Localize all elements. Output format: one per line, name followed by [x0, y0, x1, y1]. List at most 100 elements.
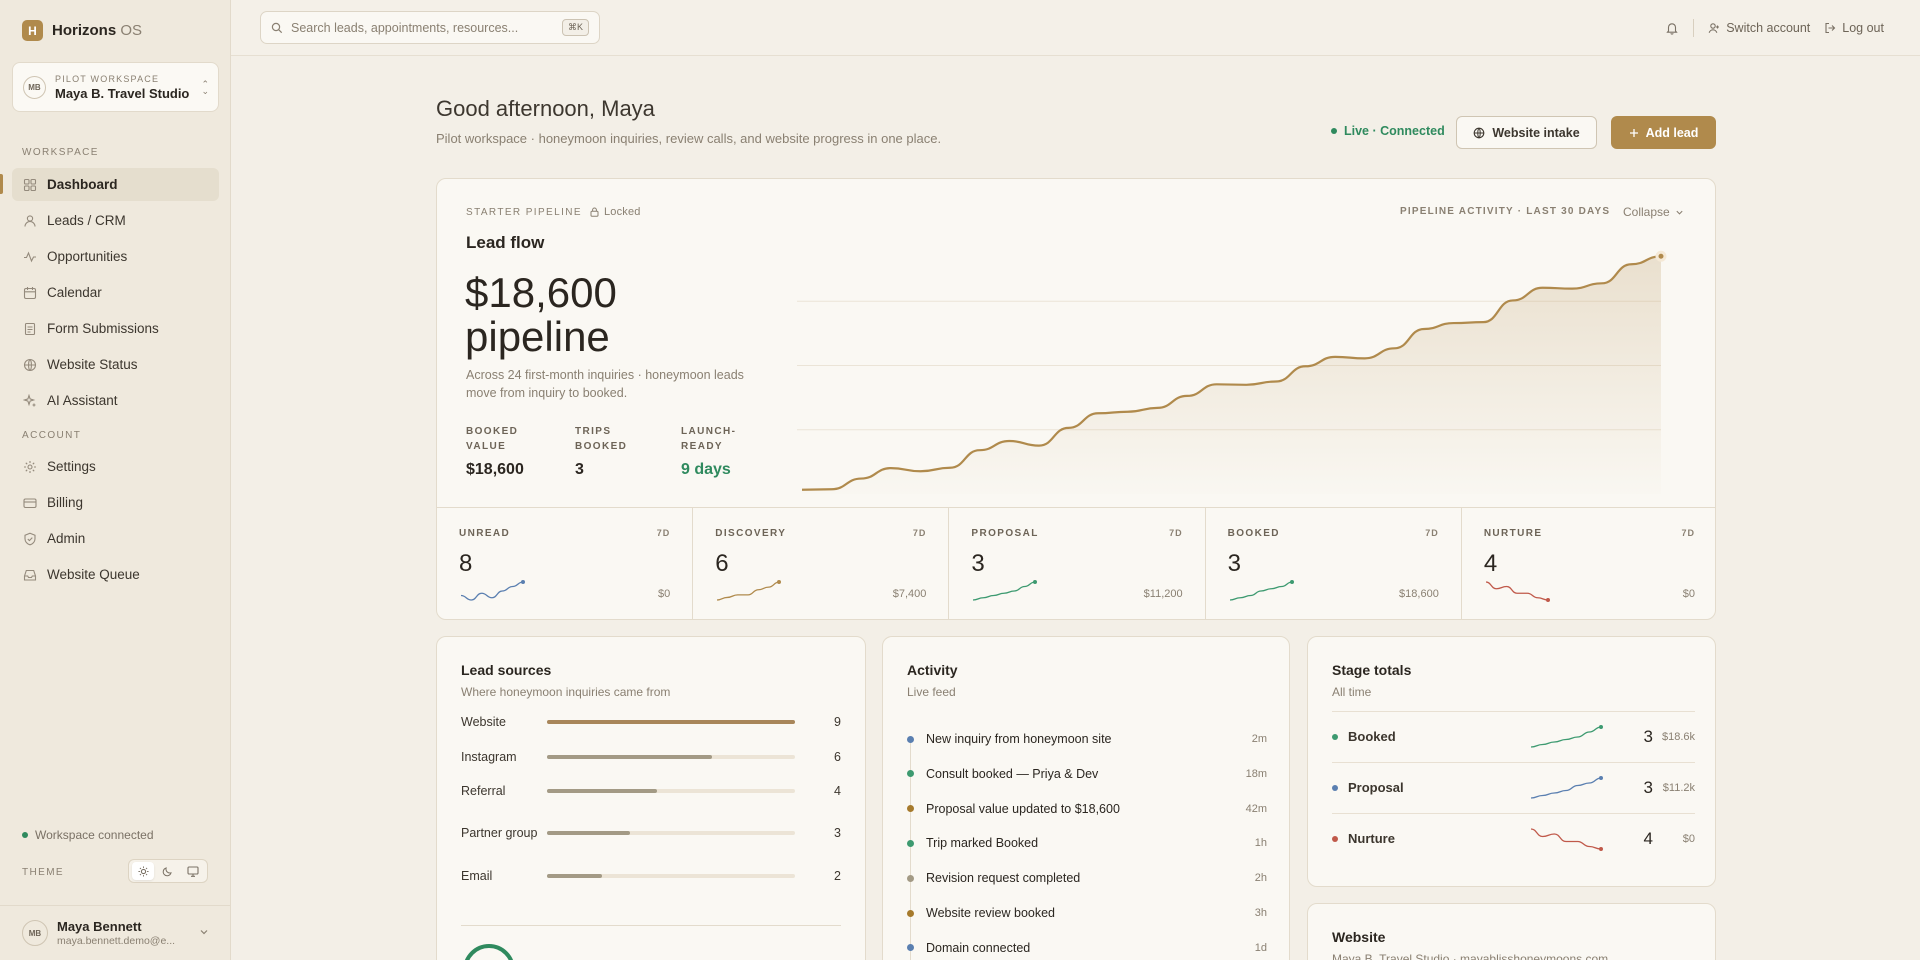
monitor-icon[interactable]: [182, 862, 204, 880]
stage-period: 7D: [1169, 528, 1183, 538]
activity-item[interactable]: Trip marked Booked 1h: [907, 830, 1267, 856]
lead-source-label: Email: [461, 869, 493, 883]
sidebar-item-label: Calendar: [47, 285, 102, 300]
theme-label: THEME: [22, 867, 64, 878]
stage-count: 4: [1483, 550, 1498, 577]
stage-period: 7D: [1425, 528, 1439, 538]
stage-booked[interactable]: BOOKED 7D 3 $18,600: [1206, 508, 1462, 619]
sun-icon[interactable]: [132, 862, 155, 880]
lead-source-bar: [547, 831, 630, 835]
lead-source-row[interactable]: Partner group 3: [461, 818, 841, 848]
add-lead-button[interactable]: Add lead: [1611, 116, 1716, 149]
progress-ring-icon: [465, 944, 513, 960]
stage-total-sparkline-wrap: [1529, 827, 1603, 851]
sparkline-point: [1545, 598, 1550, 602]
website-intake-button[interactable]: Website intake: [1456, 116, 1597, 149]
page-title: Good afternoon, Maya: [436, 96, 655, 121]
stage-total-value: $0: [1682, 832, 1695, 845]
stage-total-sparkline: [1530, 827, 1603, 851]
sidebar-item-calendar[interactable]: Calendar: [12, 276, 219, 309]
website-card: Website Maya B. Travel Studio · mayablis…: [1307, 903, 1716, 960]
sparkline-path: [1530, 827, 1602, 850]
stage-dot: [1332, 784, 1338, 791]
grid-icon: [23, 178, 37, 191]
moon-icon[interactable]: [157, 862, 179, 880]
stage-count: 3: [1227, 550, 1241, 577]
card-subtitle: Live feed: [907, 685, 956, 699]
lead-source-row[interactable]: Email 2: [461, 861, 841, 891]
lead-source-row[interactable]: Referral 4: [461, 776, 841, 806]
sidebar-item-settings[interactable]: Settings: [12, 450, 219, 483]
file-icon: [24, 322, 36, 335]
stat-label: TRIPS BOOKED: [575, 426, 628, 452]
stage-name: PROPOSAL: [971, 528, 1039, 539]
lead-source-count: 4: [834, 784, 841, 798]
activity-dot: [907, 874, 914, 882]
collapse-button[interactable]: Collapse: [1623, 205, 1684, 219]
sidebar-item-website-status[interactable]: Website Status: [12, 348, 219, 381]
stage-totals-card: Stage totals All time Booked 3 $18.6k Propo…: [1307, 636, 1716, 887]
workspace-avatar: MB: [23, 75, 46, 99]
activity-dot: [907, 839, 914, 847]
chevron-updown-icon: ⌃ ⌄: [201, 79, 209, 96]
sidebar-item-form-submissions[interactable]: Form Submissions: [12, 312, 219, 345]
stage-total-count: 3: [1643, 726, 1653, 746]
lock-icon: [590, 207, 599, 217]
lead-source-row[interactable]: Instagram 6: [461, 742, 841, 772]
brand[interactable]: H Horizons OS: [22, 20, 142, 41]
collapse-label: Collapse: [1623, 205, 1670, 219]
activity-item[interactable]: Website review booked 3h: [907, 900, 1267, 926]
stage-proposal[interactable]: PROPOSAL 7D 3 $11,200: [949, 508, 1206, 619]
sidebar-item-label: Website Queue: [47, 567, 140, 582]
bell-icon[interactable]: [1665, 21, 1679, 35]
activity-card: Activity Live feed New inquiry from hone…: [882, 636, 1290, 960]
sparkline-point: [1599, 775, 1603, 780]
stage-sparkline-wrap: [459, 580, 525, 602]
brand-name: Horizons OS: [52, 22, 142, 39]
card-icon: [23, 497, 37, 508]
stage-dot: [1332, 835, 1338, 842]
sidebar-item-opportunities[interactable]: Opportunities: [12, 240, 219, 273]
activity-text: Proposal value updated to $18,600: [926, 801, 1120, 816]
activity-item[interactable]: Domain connected 1d: [907, 935, 1267, 960]
stat-label: LAUNCH-READY: [681, 426, 737, 452]
sidebar-item-website-queue[interactable]: Website Queue: [12, 558, 219, 591]
lead-source-label: Referral: [461, 784, 506, 798]
logout-link[interactable]: Log out: [1824, 21, 1884, 35]
stage-total-proposal[interactable]: Proposal 3 $11.2k: [1332, 762, 1695, 812]
stage-sparkline: [460, 580, 525, 601]
stage-total-booked[interactable]: Booked 3 $18.6k: [1332, 711, 1695, 761]
sparkline-point: [1599, 846, 1603, 851]
switch-account-link[interactable]: Switch account: [1708, 21, 1810, 35]
workspace-status-text: Workspace connected: [35, 828, 154, 842]
stage-value: $0: [1682, 588, 1696, 600]
sidebar-item-leads-crm[interactable]: Leads / CRM: [12, 204, 219, 237]
stage-sparkline: [717, 580, 782, 601]
sidebar-item-billing[interactable]: Billing: [12, 486, 219, 519]
activity-item[interactable]: New inquiry from honeymoon site 2m: [907, 726, 1267, 752]
stage-sparkline: [1229, 580, 1294, 601]
stage-total-nurture[interactable]: Nurture 4 $0: [1332, 813, 1695, 863]
activity-item[interactable]: Proposal value updated to $18,600 42m: [907, 796, 1267, 822]
lead-source-row[interactable]: Website 9: [461, 707, 841, 737]
sidebar-item-dashboard[interactable]: Dashboard: [12, 168, 219, 201]
divider: [461, 925, 841, 926]
pipeline-amount-unit: pipeline: [465, 313, 610, 360]
stage-unread[interactable]: UNREAD 7D 8 $0: [437, 508, 694, 619]
sparkline-path: [1485, 581, 1548, 601]
stage-period: 7D: [656, 528, 671, 538]
workspace-switcher[interactable]: MB PILOT WORKSPACE Maya B. Travel Studio…: [12, 62, 219, 112]
activity-item[interactable]: Revision request completed 2h: [907, 865, 1267, 891]
lead-source-label: Partner group: [461, 826, 538, 840]
stage-nurture[interactable]: NURTURE 7D 4 $0: [1462, 508, 1715, 619]
sidebar-item-label: Leads / CRM: [47, 213, 126, 228]
lead-source-label: Website: [461, 715, 506, 729]
activity-text: Domain connected: [926, 940, 1031, 955]
user-menu[interactable]: MB Maya Bennett maya.bennett.demo@e...: [0, 905, 231, 960]
sidebar-item-admin[interactable]: Admin: [12, 522, 219, 555]
stage-discovery[interactable]: DISCOVERY 7D 6 $7,400: [693, 508, 950, 619]
activity-item[interactable]: Consult booked — Priya & Dev 18m: [907, 761, 1267, 787]
sidebar-item-ai-assistant[interactable]: AI Assistant: [12, 384, 219, 417]
search-input[interactable]: Search leads, appointments, resources...…: [260, 11, 600, 44]
stat-launch-ready: LAUNCH-READY 9 days: [681, 424, 761, 479]
